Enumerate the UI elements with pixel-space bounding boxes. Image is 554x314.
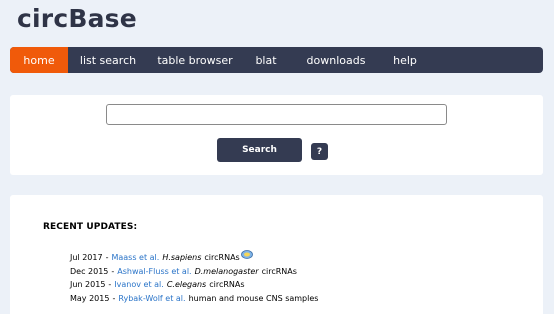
nav-table-browser[interactable]: table browser <box>148 47 242 73</box>
search-input[interactable] <box>106 104 447 125</box>
update-author-link[interactable]: Rybak-Wolf et al. <box>118 292 185 306</box>
update-author-link[interactable]: Maass et al. <box>111 251 159 265</box>
update-date: Dec 2015 <box>70 266 109 276</box>
update-desc: circRNAs <box>261 266 297 276</box>
new-badge-icon <box>240 250 253 260</box>
update-desc: circRNAs <box>204 253 240 262</box>
nav-downloads[interactable]: downloads <box>290 47 382 73</box>
update-item: May 2015- Rybak-Wolf et al. human and mo… <box>70 292 530 306</box>
search-help-button[interactable]: ? <box>311 143 328 160</box>
update-species: C.elegans <box>166 280 207 289</box>
update-desc: circRNAs <box>209 280 245 289</box>
site-logo[interactable]: circBase <box>17 4 137 33</box>
update-date: Jun 2015 <box>70 280 106 289</box>
update-item: Dec 2015- Ashwal-Fluss et al. D.melanoga… <box>70 265 530 279</box>
update-item: Jul 2017- Maass et al. H.sapiens circRNA… <box>70 250 530 265</box>
search-button[interactable]: Search <box>217 138 302 162</box>
update-date: May 2015 <box>70 293 110 303</box>
update-author-link[interactable]: Ivanov et al. <box>114 278 164 292</box>
nav-home[interactable]: home <box>10 47 68 73</box>
recent-updates-title: RECENT UPDATES: <box>43 222 138 232</box>
recent-updates-panel: RECENT UPDATES: Jul 2017- Maass et al. H… <box>10 195 543 314</box>
search-panel: Search ? <box>10 95 543 175</box>
update-species: H.sapiens <box>162 253 202 262</box>
update-date: Jul 2017 <box>70 253 103 262</box>
update-item: Jun 2015- Ivanov et al. C.elegans circRN… <box>70 278 530 292</box>
update-desc: human and mouse CNS samples <box>188 293 319 303</box>
update-species: D.melanogaster <box>194 266 259 276</box>
main-nav: home list search table browser blat down… <box>10 47 543 73</box>
update-author-link[interactable]: Ashwal-Fluss et al. <box>117 265 191 279</box>
update-list: Jul 2017- Maass et al. H.sapiens circRNA… <box>70 250 530 306</box>
nav-list-search[interactable]: list search <box>68 47 148 73</box>
nav-help[interactable]: help <box>382 47 428 73</box>
nav-blat[interactable]: blat <box>242 47 290 73</box>
